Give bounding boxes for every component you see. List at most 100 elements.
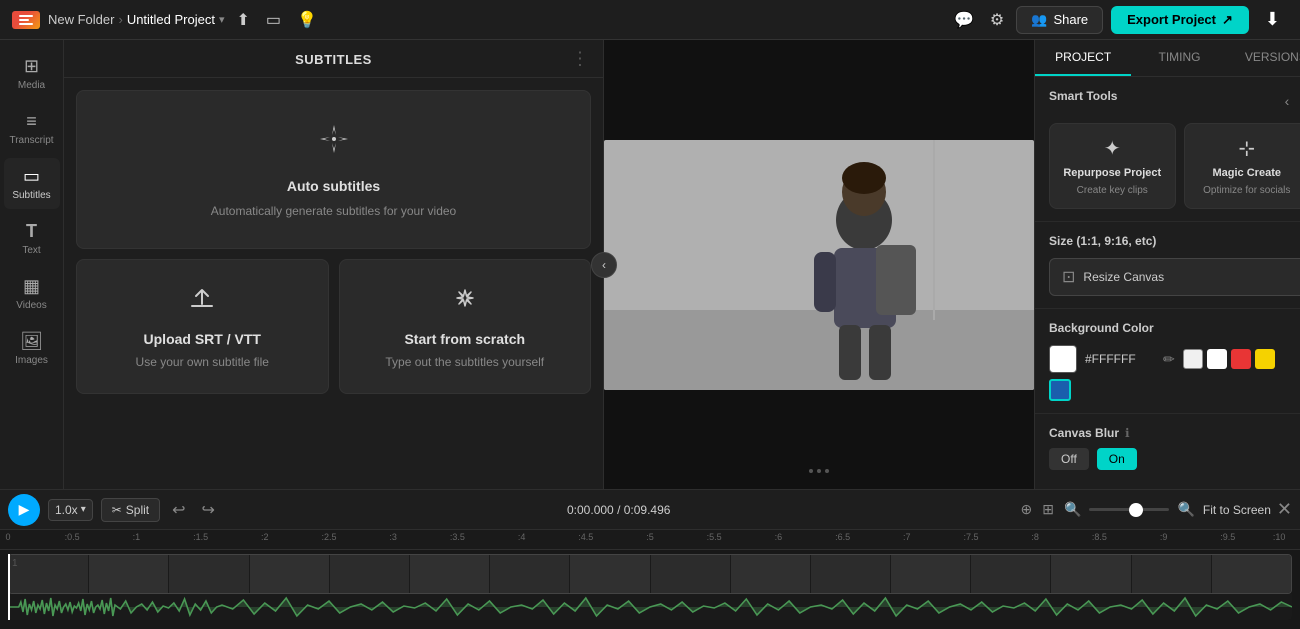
export-icon-btn[interactable]: ⬆ <box>233 6 254 34</box>
upload-srt-title: Upload SRT / VTT <box>144 331 261 347</box>
color-hex-value: #FFFFFF <box>1085 352 1155 366</box>
timeline-bar: ▶ 1.0x ▾ ✂ Split ↩ ↪ 0:00.000 / 0:09.496… <box>0 489 1300 529</box>
ruler-mark-7: :7 <box>903 532 911 542</box>
swatch-white[interactable] <box>1183 349 1203 369</box>
repurpose-card[interactable]: ✦ Repurpose Project Create key clips <box>1049 123 1176 209</box>
scratch-card[interactable]: Start from scratch Type out the subtitle… <box>339 259 592 394</box>
lightbulb-icon-btn[interactable]: 💡 <box>293 6 321 34</box>
magnetic-snap-icon[interactable]: ⊕ <box>1019 499 1035 520</box>
ruler-mark-2.5: :2.5 <box>321 532 336 542</box>
resize-canvas-button[interactable]: ⊡ Resize Canvas <box>1049 258 1300 296</box>
media-label: Media <box>18 80 45 91</box>
ruler-mark-0: 0 <box>5 532 10 542</box>
folder-link[interactable]: New Folder <box>48 12 114 27</box>
waveform-svg <box>8 594 1292 620</box>
smart-tools-title: Smart Tools <box>1049 89 1117 103</box>
scratch-icon <box>451 284 479 319</box>
blur-on-button[interactable]: On <box>1097 448 1137 470</box>
smart-tools-arrows: ‹ › <box>1281 91 1300 111</box>
timeline-frames[interactable] <box>8 554 1292 594</box>
timeline-ruler: 0 :0.5 :1 :1.5 :2 :2.5 :3 :3.5 :4 :4.5 :… <box>0 530 1300 550</box>
subtitle-cards-row: Upload SRT / VTT Use your own subtitle f… <box>76 259 591 394</box>
swatch-yellow[interactable] <box>1255 349 1275 369</box>
sidebar-item-transcript[interactable]: ≡ Transcript <box>4 103 60 154</box>
upload-srt-card[interactable]: Upload SRT / VTT Use your own subtitle f… <box>76 259 329 394</box>
sidebar-item-videos[interactable]: ▦ Videos <box>4 268 60 319</box>
sidebar-item-subtitles[interactable]: ▭ Subtitles <box>4 158 60 209</box>
ruler-mark-8.5: :8.5 <box>1092 532 1107 542</box>
fit-all-icon[interactable]: ⊞ <box>1040 499 1056 520</box>
subtitle-icon-btn[interactable]: ▭ <box>262 6 285 34</box>
settings-icon-btn[interactable]: ⚙ <box>986 6 1008 34</box>
breadcrumb: New Folder › Untitled Project ▾ <box>48 12 225 27</box>
subtitles-panel-header: SUBTITLES ⋮ <box>64 40 603 78</box>
color-edit-icon[interactable]: ✏ <box>1163 351 1175 368</box>
blur-off-button[interactable]: Off <box>1049 448 1089 470</box>
video-frame <box>604 140 1034 390</box>
share-label: Share <box>1053 12 1088 27</box>
share-button[interactable]: 👥 Share <box>1016 6 1103 34</box>
text-icon: T <box>26 221 37 242</box>
zoom-slider[interactable] <box>1089 508 1169 511</box>
magic-icon: ⊹ <box>1238 136 1255 161</box>
sidebar-item-media[interactable]: ⊞ Media <box>4 48 60 99</box>
speed-value: 1.0x <box>55 503 78 517</box>
canvas-blur-title: Canvas Blur <box>1049 426 1119 440</box>
project-chevron: ▾ <box>219 13 225 26</box>
sidebar-item-text[interactable]: T Text <box>4 213 60 264</box>
repurpose-icon: ✦ <box>1104 136 1121 161</box>
video-content <box>604 140 1034 390</box>
subtitles-label: Subtitles <box>12 190 50 201</box>
resize-label: Resize Canvas <box>1083 270 1164 284</box>
ruler-mark-6.5: :6.5 <box>835 532 850 542</box>
repurpose-title: Repurpose Project <box>1063 167 1161 179</box>
magic-create-card[interactable]: ⊹ Magic Create Optimize for socials <box>1184 123 1300 209</box>
split-button[interactable]: ✂ Split <box>101 498 160 522</box>
project-name[interactable]: Untitled Project <box>127 12 215 27</box>
ruler-mark-3.5: :3.5 <box>450 532 465 542</box>
zoom-in-icon[interactable]: 🔍 <box>1175 499 1196 520</box>
download-button[interactable]: ⬇ <box>1257 5 1288 34</box>
images-icon: 🖼 <box>20 331 43 352</box>
smart-tools-nav: Smart Tools ‹ › <box>1049 89 1300 113</box>
bg-color-row: #FFFFFF ✏ <box>1049 345 1300 373</box>
panel-more-button[interactable]: ⋮ <box>571 48 589 69</box>
swatch-red[interactable] <box>1231 349 1251 369</box>
close-timeline-button[interactable]: ✕ <box>1277 499 1292 520</box>
tab-versions[interactable]: VERSIONS <box>1228 40 1300 76</box>
scratch-title: Start from scratch <box>404 331 525 347</box>
speed-selector[interactable]: 1.0x ▾ <box>48 499 93 521</box>
panel-collapse-button[interactable]: ‹ <box>591 252 617 278</box>
size-section: Size (1:1, 9:16, etc) ⊡ Resize Canvas <box>1035 222 1300 309</box>
bg-color-section: Background Color #FFFFFF ✏ <box>1035 309 1300 414</box>
sidebar-item-images[interactable]: 🖼 Images <box>4 323 60 374</box>
subtitle-cards-container: Auto subtitles Automatically generate su… <box>64 78 603 406</box>
playhead[interactable] <box>8 554 10 620</box>
tab-timing[interactable]: TIMING <box>1131 40 1227 76</box>
media-icon: ⊞ <box>24 56 39 77</box>
smart-tools-prev[interactable]: ‹ <box>1281 91 1294 111</box>
play-button[interactable]: ▶ <box>8 494 40 526</box>
color-preview[interactable] <box>1049 345 1077 373</box>
swatch-blue[interactable] <box>1049 379 1071 401</box>
tab-project[interactable]: PROJECT <box>1035 40 1131 76</box>
export-button[interactable]: Export Project ↗ <box>1111 6 1249 34</box>
zoom-out-icon[interactable]: 🔍 <box>1062 499 1083 520</box>
timeline: 0 :0.5 :1 :1.5 :2 :2.5 :3 :3.5 :4 :4.5 :… <box>0 529 1300 629</box>
canvas-blur-info[interactable]: ℹ <box>1125 426 1130 440</box>
fit-screen-button[interactable]: Fit to Screen <box>1203 503 1271 517</box>
ruler-mark-6: :6 <box>775 532 783 542</box>
ruler-mark-4.5: :4.5 <box>578 532 593 542</box>
ruler-mark-1.5: :1.5 <box>193 532 208 542</box>
time-sep: / <box>617 503 624 517</box>
subtitles-icon: ▭ <box>23 166 40 187</box>
swatch-white2[interactable] <box>1207 349 1227 369</box>
redo-button[interactable]: ↪ <box>198 498 219 522</box>
undo-button[interactable]: ↩ <box>168 498 189 522</box>
comment-icon-btn[interactable]: 💬 <box>950 6 978 34</box>
video-svg <box>604 140 1034 390</box>
subtitles-panel: SUBTITLES ⋮ Auto subtitles Automatically… <box>64 40 604 489</box>
ruler-mark-9.5: :9.5 <box>1220 532 1235 542</box>
images-label: Images <box>15 355 48 366</box>
auto-subtitles-card[interactable]: Auto subtitles Automatically generate su… <box>76 90 591 249</box>
